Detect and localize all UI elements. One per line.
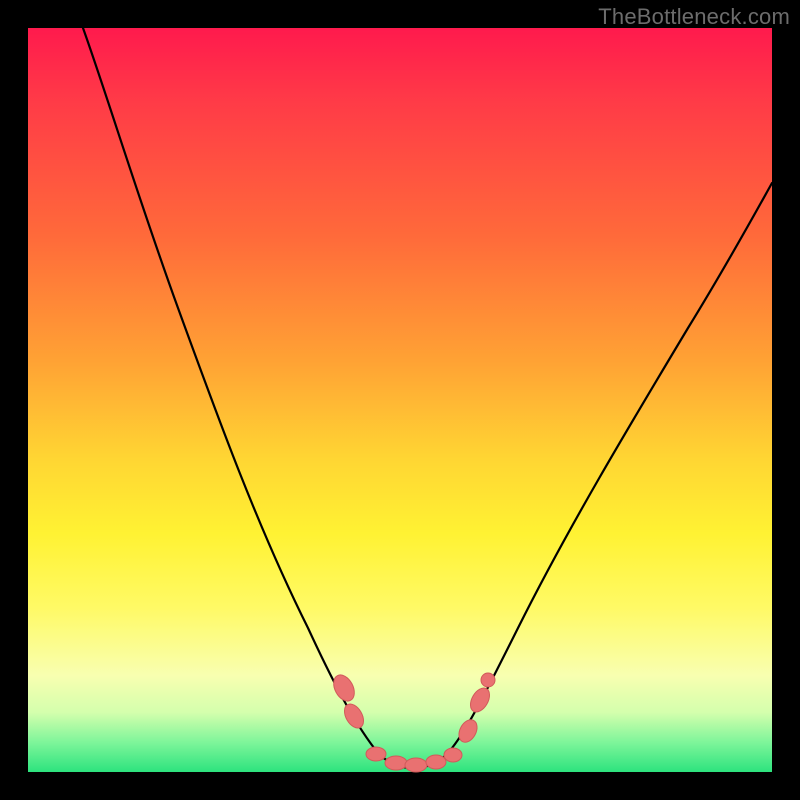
marker-flat-3 (405, 758, 427, 772)
curve-layer (28, 28, 772, 772)
marker-left-upper (329, 671, 358, 704)
marker-flat-2 (385, 756, 407, 770)
marker-right-lower (455, 717, 480, 746)
marker-right-upper (467, 685, 494, 716)
plot-area (28, 28, 772, 772)
marker-flat-4 (426, 755, 446, 769)
watermark-text: TheBottleneck.com (598, 4, 790, 30)
marker-left-lower (341, 701, 368, 732)
marker-right-top (481, 673, 495, 687)
bottleneck-curve (83, 28, 772, 768)
chart-frame: TheBottleneck.com (0, 0, 800, 800)
marker-cluster (329, 671, 495, 772)
marker-flat-5 (444, 748, 462, 762)
marker-flat-1 (366, 747, 386, 761)
